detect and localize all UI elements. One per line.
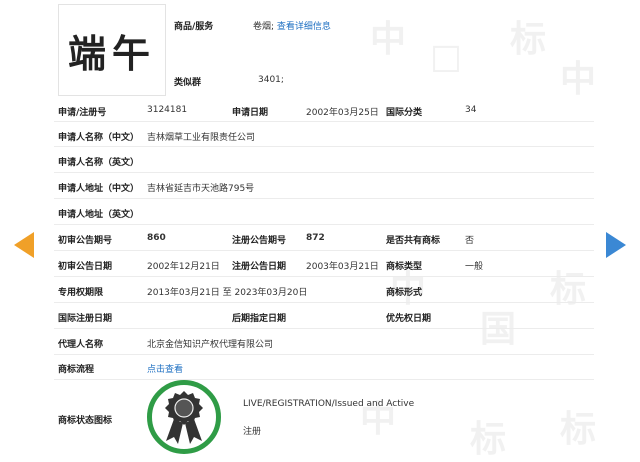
reg-pub-date-label: 注册公告日期 xyxy=(232,262,287,272)
address-cn-value: 吉林省延吉市天池路795号 xyxy=(147,184,255,194)
intl-reg-date-label: 国际注册日期 xyxy=(58,314,113,324)
row-divider xyxy=(54,354,594,355)
shared-value: 否 xyxy=(465,236,475,246)
priority-date-label: 优先权日期 xyxy=(386,314,432,324)
similar-group-value: 3401; xyxy=(258,75,284,85)
tm-type-value: 一般 xyxy=(465,262,484,272)
later-date-label: 后期指定日期 xyxy=(232,314,287,324)
view-details-link[interactable]: 查看详细信息 xyxy=(277,22,331,32)
applicant-cn-label: 申请人名称（中文） xyxy=(58,133,140,143)
prelim-no-value: 860 xyxy=(147,233,166,243)
applicant-en-label: 申请人名称（英文） xyxy=(58,158,140,168)
exclusive-value: 2013年03月21日 至 2023年03月20日 xyxy=(147,288,308,298)
reg-pub-no-value: 872 xyxy=(306,233,325,243)
row-divider xyxy=(54,302,594,303)
row-divider xyxy=(54,224,594,225)
row-divider xyxy=(54,328,594,329)
status-en: LIVE/REGISTRATION/Issued and Active xyxy=(243,399,415,409)
intl-class-label: 国际分类 xyxy=(386,108,423,118)
row-divider xyxy=(54,172,594,173)
row-divider xyxy=(54,121,594,122)
award-ribbon-icon xyxy=(165,391,203,444)
exclusive-label: 专用权期限 xyxy=(58,288,104,298)
reg-no-value: 3124181 xyxy=(147,105,188,115)
tm-type-label: 商标类型 xyxy=(386,262,423,272)
reg-no-label: 申请/注册号 xyxy=(58,108,107,118)
process-label: 商标流程 xyxy=(58,365,95,375)
trademark-image: 端午 xyxy=(58,4,166,96)
prelim-no-label: 初审公告期号 xyxy=(58,236,113,246)
row-divider xyxy=(54,198,594,199)
agent-value: 北京金信知识产权代理有限公司 xyxy=(147,340,274,350)
goods-label: 商品/服务 xyxy=(174,22,214,32)
row-divider xyxy=(54,250,594,251)
applicant-cn-value: 吉林烟草工业有限责任公司 xyxy=(147,133,256,143)
shared-label: 是否共有商标 xyxy=(386,236,441,246)
row-divider xyxy=(54,146,594,147)
trademark-detail-panel: 端午 商品/服务 卷烟; 查看详细信息 类似群 3401; 申请/注册号 312… xyxy=(0,0,640,457)
arrow-right-icon[interactable] xyxy=(606,232,626,258)
address-cn-label: 申请人地址（中文） xyxy=(58,184,140,194)
agent-label: 代理人名称 xyxy=(58,340,104,350)
prelim-date-label: 初审公告日期 xyxy=(58,262,113,272)
similar-group-label: 类似群 xyxy=(174,78,202,88)
tm-form-label: 商标形式 xyxy=(386,288,423,298)
reg-pub-date-value: 2003年03月21日 xyxy=(306,262,379,272)
process-link[interactable]: 点击查看 xyxy=(147,362,183,375)
goods-note: 卷烟; xyxy=(253,22,275,32)
goods-value: 卷烟; 查看详细信息 xyxy=(253,19,331,32)
row-divider xyxy=(54,276,594,277)
status-cn: 注册 xyxy=(243,427,262,437)
intl-class-value: 34 xyxy=(465,105,477,115)
address-en-label: 申请人地址（英文） xyxy=(58,210,140,220)
status-badge xyxy=(147,380,221,454)
prelim-date-value: 2002年12月21日 xyxy=(147,262,220,272)
reg-pub-no-label: 注册公告期号 xyxy=(232,236,287,246)
arrow-left-icon[interactable] xyxy=(14,232,34,258)
app-date-label: 申请日期 xyxy=(232,108,269,118)
row-divider xyxy=(54,379,594,380)
trademark-image-text: 端午 xyxy=(67,30,156,76)
app-date-value: 2002年03月25日 xyxy=(306,108,379,118)
status-icon-label: 商标状态图标 xyxy=(58,416,113,426)
